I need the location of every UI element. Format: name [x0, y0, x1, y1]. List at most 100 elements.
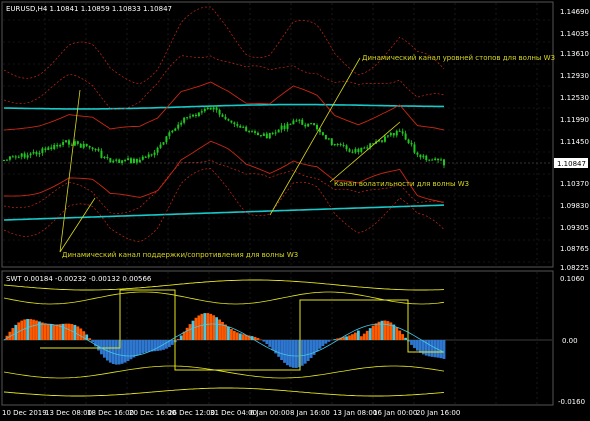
- candle-body: [434, 158, 437, 161]
- candle-body: [354, 149, 357, 153]
- histogram-bar: [67, 323, 71, 340]
- histogram-bar: [212, 315, 216, 340]
- candle-body: [310, 123, 313, 125]
- histogram-bar: [318, 340, 322, 349]
- candle-body: [274, 132, 277, 134]
- candle-body: [73, 141, 76, 146]
- histogram-bar: [418, 340, 422, 353]
- histogram-bar: [291, 340, 295, 368]
- candle-body: [38, 152, 41, 155]
- histogram-bar: [55, 324, 59, 340]
- time-label: 6 Jan 00:00: [250, 409, 290, 417]
- candle-body: [203, 108, 206, 112]
- histogram-bar: [176, 339, 180, 340]
- histogram-bar: [359, 336, 363, 340]
- time-label: 26 Dec 12:00: [168, 409, 215, 417]
- candle-body: [56, 144, 59, 147]
- histogram-bar: [64, 323, 68, 340]
- histogram-bar: [365, 330, 369, 340]
- histogram-bar: [179, 335, 183, 340]
- histogram-bar: [404, 337, 408, 340]
- histogram-bar: [206, 313, 210, 340]
- histogram-bar: [147, 340, 151, 352]
- histogram-bar: [156, 340, 159, 351]
- candle-body: [254, 131, 257, 133]
- candle-body: [262, 133, 265, 136]
- histogram-bar: [165, 340, 168, 349]
- histogram-bar: [283, 340, 286, 363]
- candle-body: [251, 131, 254, 133]
- candle-body: [339, 143, 342, 145]
- candle-body: [174, 128, 177, 131]
- histogram-bar: [280, 340, 283, 360]
- histogram-bar: [277, 340, 281, 357]
- candle-body: [416, 152, 419, 155]
- candle-body: [200, 111, 203, 113]
- candle-body: [236, 124, 239, 126]
- candle-body: [85, 143, 88, 147]
- candle-body: [407, 139, 410, 143]
- candle-body: [245, 126, 248, 131]
- price-tick: 1.09830: [560, 202, 589, 210]
- candle-body: [88, 146, 91, 148]
- candle-body: [177, 124, 180, 129]
- histogram-bar: [294, 340, 298, 368]
- candle-body: [230, 120, 233, 123]
- candle-body: [70, 144, 73, 146]
- histogram-bar: [265, 340, 269, 345]
- candle-body: [197, 112, 200, 117]
- candle-body: [144, 156, 147, 158]
- histogram-bar: [427, 340, 431, 357]
- histogram-bar: [215, 317, 219, 340]
- histogram-bar: [88, 338, 92, 340]
- annotation-pointers: [59, 57, 401, 253]
- histogram-bar: [383, 320, 387, 340]
- histogram-bar: [286, 340, 289, 366]
- candle-body: [91, 147, 94, 150]
- candle-body: [118, 159, 121, 164]
- candle-body: [171, 130, 174, 133]
- histogram-bar: [345, 336, 348, 340]
- candle-body: [5, 159, 8, 161]
- candle-body: [215, 107, 218, 110]
- candle-body: [286, 123, 289, 129]
- candle-body: [8, 156, 11, 160]
- time-label: 16 Jan 00:00: [373, 409, 417, 417]
- candle-body: [363, 147, 366, 149]
- price-chart[interactable]: EURUSD,H4 1.10841 1.10859 1.10833 1.1084…: [0, 0, 590, 421]
- histogram-bar: [442, 340, 446, 359]
- candle-body: [304, 124, 307, 127]
- candle-body: [100, 150, 103, 158]
- histogram-bar: [170, 340, 174, 345]
- candle-body: [35, 152, 38, 155]
- histogram-bar: [97, 340, 100, 351]
- candle-body: [76, 141, 79, 144]
- histogram-bar: [26, 318, 30, 340]
- price-tick: 1.13610: [560, 50, 589, 58]
- candle-body: [301, 119, 304, 125]
- histogram-bar: [138, 340, 142, 355]
- histogram-bar: [185, 327, 189, 340]
- histogram-bar: [377, 321, 381, 340]
- histogram-bar: [235, 332, 239, 340]
- candle-body: [59, 144, 62, 147]
- signal-lower-2: [3, 387, 445, 397]
- candle-body: [180, 122, 183, 125]
- histogram-bar: [238, 333, 242, 340]
- candle-body: [186, 117, 189, 119]
- histogram-bar: [271, 340, 275, 351]
- candle-body: [115, 159, 118, 161]
- histogram-bar: [395, 327, 399, 340]
- histogram-bar: [150, 340, 154, 352]
- candle-body: [292, 120, 295, 125]
- candle-body: [324, 134, 327, 140]
- candle-body: [3, 159, 5, 161]
- histogram-bar: [256, 338, 260, 340]
- candle-body: [165, 136, 168, 143]
- pointer-line: [269, 57, 361, 216]
- oscillator-axis: 0.1060 0.00 -0.0160: [558, 275, 585, 406]
- histogram-bar: [300, 340, 304, 366]
- candle-body: [431, 159, 434, 161]
- histogram-bar: [410, 340, 413, 345]
- histogram-bar: [111, 340, 115, 365]
